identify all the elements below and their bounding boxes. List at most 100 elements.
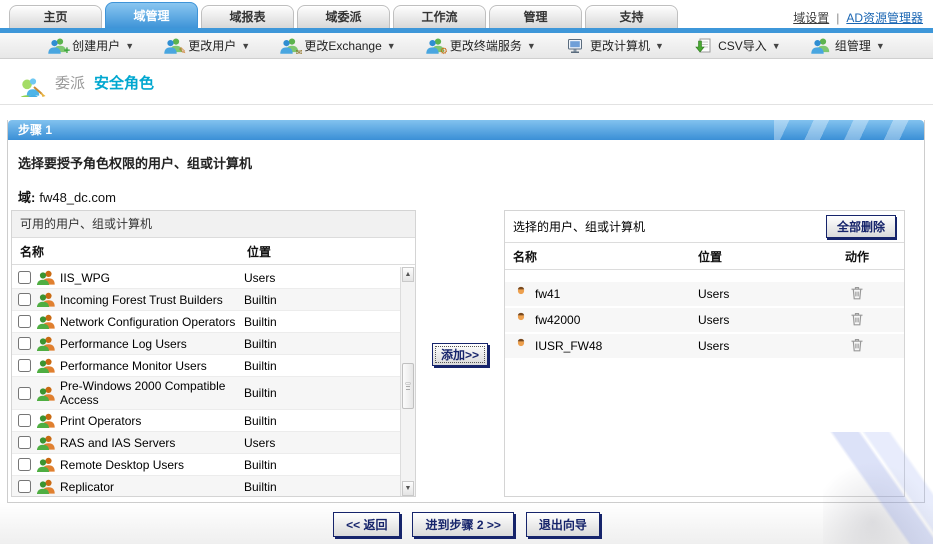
- row-checkbox[interactable]: [18, 359, 31, 372]
- link-separator: |: [836, 10, 840, 25]
- main-tab[interactable]: 管理: [489, 5, 582, 28]
- group-icon: [37, 292, 55, 307]
- available-list-title: 可用的用户、组或计算机: [12, 211, 415, 238]
- page-title-prefix: 委派: [55, 74, 86, 92]
- column-header-action: 动作: [844, 249, 869, 264]
- row-checkbox[interactable]: [18, 337, 31, 350]
- group-icon: [37, 336, 55, 351]
- domain-value: fw48_dc.com: [39, 190, 116, 205]
- toolbar-item-icon: [48, 38, 70, 57]
- domain-line: 域: fw48_dc.com: [8, 172, 924, 206]
- column-header-location: 位置: [698, 249, 723, 264]
- main-tab[interactable]: 主页: [9, 5, 102, 28]
- item-location: Builtin: [244, 292, 277, 307]
- group-icon: [37, 457, 55, 472]
- item-location: Builtin: [244, 314, 277, 329]
- main-tab[interactable]: 域委派: [297, 5, 390, 28]
- toolbar-dropdown-item[interactable]: CSV导入: [694, 37, 781, 54]
- main-tab[interactable]: 域管理: [105, 2, 198, 28]
- item-name: Performance Monitor Users: [60, 358, 207, 373]
- toolbar-dropdown-item[interactable]: 创建用户: [48, 37, 134, 57]
- delete-row-button[interactable]: [818, 337, 896, 355]
- row-checkbox[interactable]: [18, 386, 31, 400]
- item-location: Users: [698, 313, 730, 327]
- wizard-footer: << 返回 进到步骤 2 >> 退出向导: [0, 503, 933, 544]
- next-step-button[interactable]: 进到步骤 2 >>: [412, 512, 514, 537]
- list-item: Remote Desktop Users Builtin: [12, 454, 400, 476]
- item-location: Users: [244, 435, 276, 450]
- scroll-down-arrow-icon[interactable]: ▼: [402, 481, 414, 496]
- row-checkbox[interactable]: [18, 458, 31, 471]
- item-location: Builtin: [244, 457, 277, 472]
- list-item: Performance Monitor Users Builtin: [12, 355, 400, 377]
- domain-settings-link[interactable]: 域设置: [793, 9, 829, 26]
- delete-all-button[interactable]: 全部删除: [825, 215, 896, 238]
- page-title: 安全角色: [94, 74, 155, 92]
- main-tab[interactable]: 域报表: [201, 5, 294, 28]
- back-button[interactable]: << 返回: [333, 512, 401, 537]
- column-header-name: 名称: [513, 249, 538, 264]
- dropdown-caret-icon: [655, 41, 664, 51]
- toolbar-item-label: 创建用户: [72, 39, 121, 53]
- toolbar-item-label: CSV导入: [718, 39, 767, 53]
- delete-row-button[interactable]: [818, 311, 896, 329]
- item-name: Remote Desktop Users: [60, 457, 185, 472]
- toolbar-dropdown-item[interactable]: 更改Exchange: [280, 37, 396, 57]
- wizard-instruction: 选择要授予角色权限的用户、组或计算机: [18, 156, 253, 171]
- user-icon: [517, 312, 525, 321]
- group-icon: [37, 479, 55, 494]
- item-name: Replicator: [60, 479, 115, 494]
- row-checkbox[interactable]: [18, 414, 31, 427]
- toolbar-dropdown-item[interactable]: 更改终端服务: [426, 37, 536, 57]
- item-name: Print Operators: [60, 413, 142, 428]
- dropdown-caret-icon: [876, 41, 885, 51]
- toolbar-dropdown-item[interactable]: 组管理: [811, 37, 885, 54]
- app-window: 主页 域管理 域报表 域委派 工作流 管理 支持 域设置 | AD资源管理器 +…: [0, 0, 933, 544]
- item-location: Users: [698, 339, 730, 353]
- main-tab[interactable]: 工作流: [393, 5, 486, 28]
- main-tab[interactable]: 支持: [585, 5, 678, 28]
- page-title-row: 委派 安全角色: [0, 60, 933, 105]
- action-toolbar: 创建用户: [0, 33, 933, 59]
- selected-list-panel: 选择的用户、组或计算机 全部删除 名称 位置 动作 fw41 Users fw4…: [504, 210, 905, 497]
- available-list-panel: 可用的用户、组或计算机 名称 位置 IIS_WPG Users Incoming…: [11, 210, 416, 497]
- group-icon: [37, 386, 55, 401]
- group-icon: [37, 413, 55, 428]
- list-item: Network Configuration Operators Builtin: [12, 311, 400, 333]
- item-location: Builtin: [244, 336, 277, 351]
- scroll-up-arrow-icon[interactable]: ▲: [402, 267, 414, 282]
- vertical-scrollbar[interactable]: ▲ ▼: [400, 267, 415, 496]
- selected-list-title: 选择的用户、组或计算机: [513, 220, 646, 234]
- toolbar-dropdown-item[interactable]: 更改用户: [164, 37, 250, 57]
- list-item: Pre-Windows 2000 Compatible Access Built…: [12, 377, 400, 410]
- item-location: Builtin: [244, 358, 277, 373]
- row-checkbox[interactable]: [18, 271, 31, 284]
- item-location: Users: [698, 287, 730, 301]
- toolbar-dropdown-item[interactable]: 更改计算机: [566, 37, 664, 54]
- toolbar-item-icon: [811, 38, 830, 54]
- ad-explorer-link[interactable]: AD资源管理器: [846, 9, 923, 26]
- selected-column-headers: 名称 位置 动作: [505, 243, 904, 270]
- dropdown-caret-icon: [241, 41, 250, 51]
- scrollbar-thumb[interactable]: [402, 363, 414, 409]
- delete-row-button[interactable]: [818, 285, 896, 303]
- item-location: Users: [244, 270, 276, 285]
- user-icon: [517, 286, 525, 295]
- list-item: Performance Log Users Builtin: [12, 333, 400, 355]
- toolbar-item-icon: [280, 38, 302, 57]
- add-button[interactable]: 添加>>: [432, 343, 489, 366]
- available-rows: IIS_WPG Users Incoming Forest Trust Buil…: [12, 267, 400, 496]
- delegation-users-icon: [17, 78, 46, 97]
- row-checkbox[interactable]: [18, 436, 31, 449]
- item-name: RAS and IAS Servers: [60, 435, 176, 450]
- dropdown-caret-icon: [387, 41, 396, 51]
- item-location: Builtin: [244, 386, 277, 400]
- row-checkbox[interactable]: [18, 315, 31, 328]
- exit-wizard-button[interactable]: 退出向导: [525, 512, 600, 537]
- row-checkbox[interactable]: [18, 293, 31, 306]
- toolbar-item-label: 更改终端服务: [449, 39, 522, 53]
- dropdown-caret-icon: [772, 41, 781, 51]
- list-item: fw42000 Users: [505, 308, 904, 334]
- group-icon: [37, 435, 55, 450]
- row-checkbox[interactable]: [18, 480, 31, 493]
